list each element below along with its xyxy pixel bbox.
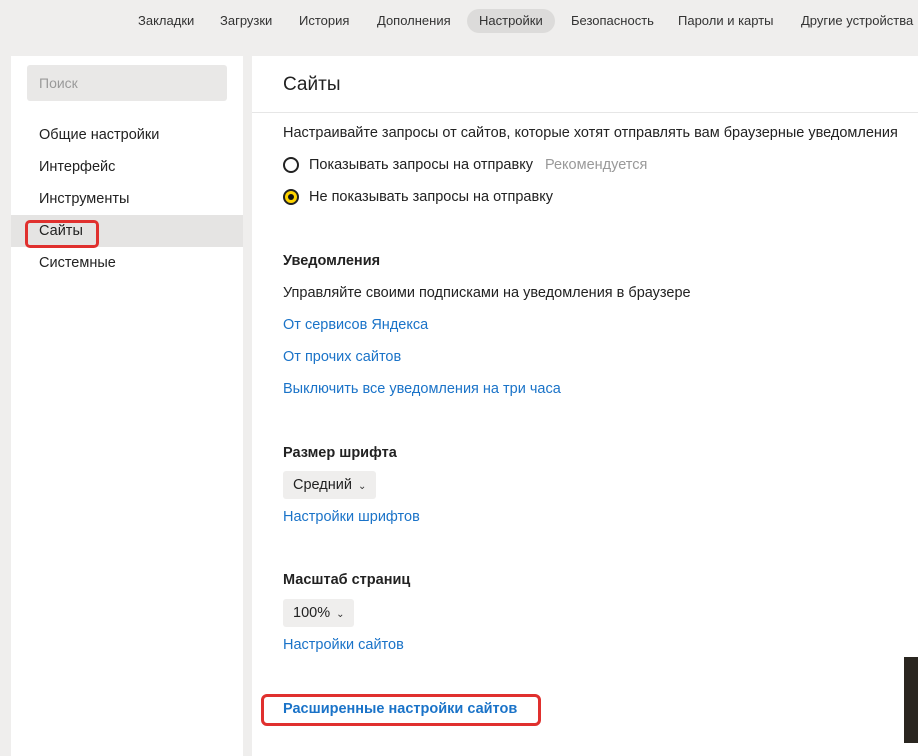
page-title: Сайты: [283, 74, 341, 95]
notifications-heading: Уведомления: [283, 253, 381, 269]
tab-passwords-cards[interactable]: Пароли и карты: [666, 9, 786, 33]
top-navigation: Закладки Загрузки История Дополнения Нас…: [0, 9, 918, 33]
sidebar-item-sites[interactable]: Сайты: [11, 215, 243, 248]
zoom-heading: Масштаб страниц: [283, 572, 411, 588]
link-yandex-notifications[interactable]: От сервисов Яндекса: [283, 317, 428, 333]
radio-checked-icon[interactable]: [283, 189, 299, 205]
push-requests-description: Настраивайте запросы от сайтов, которые …: [283, 125, 898, 141]
link-font-settings[interactable]: Настройки шрифтов: [283, 509, 420, 525]
tab-other-devices[interactable]: Другие устройства: [789, 9, 918, 33]
font-size-select[interactable]: Средний ⌄: [283, 471, 377, 499]
sidebar-item-interface[interactable]: Интерфейс: [11, 151, 243, 183]
divider: [252, 112, 918, 113]
sidebar-item-label: Сайты: [39, 223, 83, 239]
tab-downloads[interactable]: Загрузки: [208, 9, 284, 33]
tab-bookmarks[interactable]: Закладки: [126, 9, 206, 33]
background-edge: [904, 657, 918, 743]
chevron-down-icon: ⌄: [357, 481, 367, 492]
tab-extensions[interactable]: Дополнения: [365, 9, 463, 33]
sidebar-item-system[interactable]: Системные: [11, 247, 243, 279]
tab-security[interactable]: Безопасность: [559, 9, 666, 33]
radio-show-requests[interactable]: Показывать запросы на отправку Рекоменду…: [283, 154, 647, 176]
font-size-value: Средний: [293, 477, 352, 493]
sidebar-item-general[interactable]: Общие настройки: [11, 119, 243, 151]
settings-main-panel: Сайты Настраивайте запросы от сайтов, ко…: [252, 56, 918, 756]
tab-settings[interactable]: Настройки: [467, 9, 555, 33]
sidebar-item-label: Интерфейс: [39, 159, 116, 175]
radio-label: Показывать запросы на отправку: [309, 157, 533, 173]
radio-hide-requests[interactable]: Не показывать запросы на отправку: [283, 186, 553, 208]
link-site-settings[interactable]: Настройки сайтов: [283, 637, 404, 653]
settings-sidebar: Общие настройки Интерфейс Инструменты Са…: [11, 56, 243, 756]
link-disable-notifications[interactable]: Выключить все уведомления на три часа: [283, 381, 561, 397]
link-other-sites-notifications[interactable]: От прочих сайтов: [283, 349, 401, 365]
link-advanced-site-settings[interactable]: Расширенные настройки сайтов: [283, 701, 517, 717]
tab-history[interactable]: История: [287, 9, 361, 33]
chevron-down-icon: ⌄: [336, 609, 345, 620]
recommended-hint: Рекомендуется: [544, 157, 648, 173]
sidebar-item-label: Системные: [39, 255, 116, 271]
search-input[interactable]: [27, 65, 227, 101]
radio-label: Не показывать запросы на отправку: [309, 189, 553, 205]
zoom-value: 100%: [293, 605, 331, 621]
notifications-description: Управляйте своими подписками на уведомле…: [283, 285, 691, 301]
sidebar-item-label: Общие настройки: [39, 127, 160, 143]
sidebar-item-label: Инструменты: [39, 191, 130, 207]
sidebar-item-tools[interactable]: Инструменты: [11, 183, 243, 215]
radio-unchecked-icon[interactable]: [283, 157, 299, 173]
zoom-select[interactable]: 100% ⌄: [283, 599, 355, 627]
font-size-heading: Размер шрифта: [283, 445, 397, 461]
